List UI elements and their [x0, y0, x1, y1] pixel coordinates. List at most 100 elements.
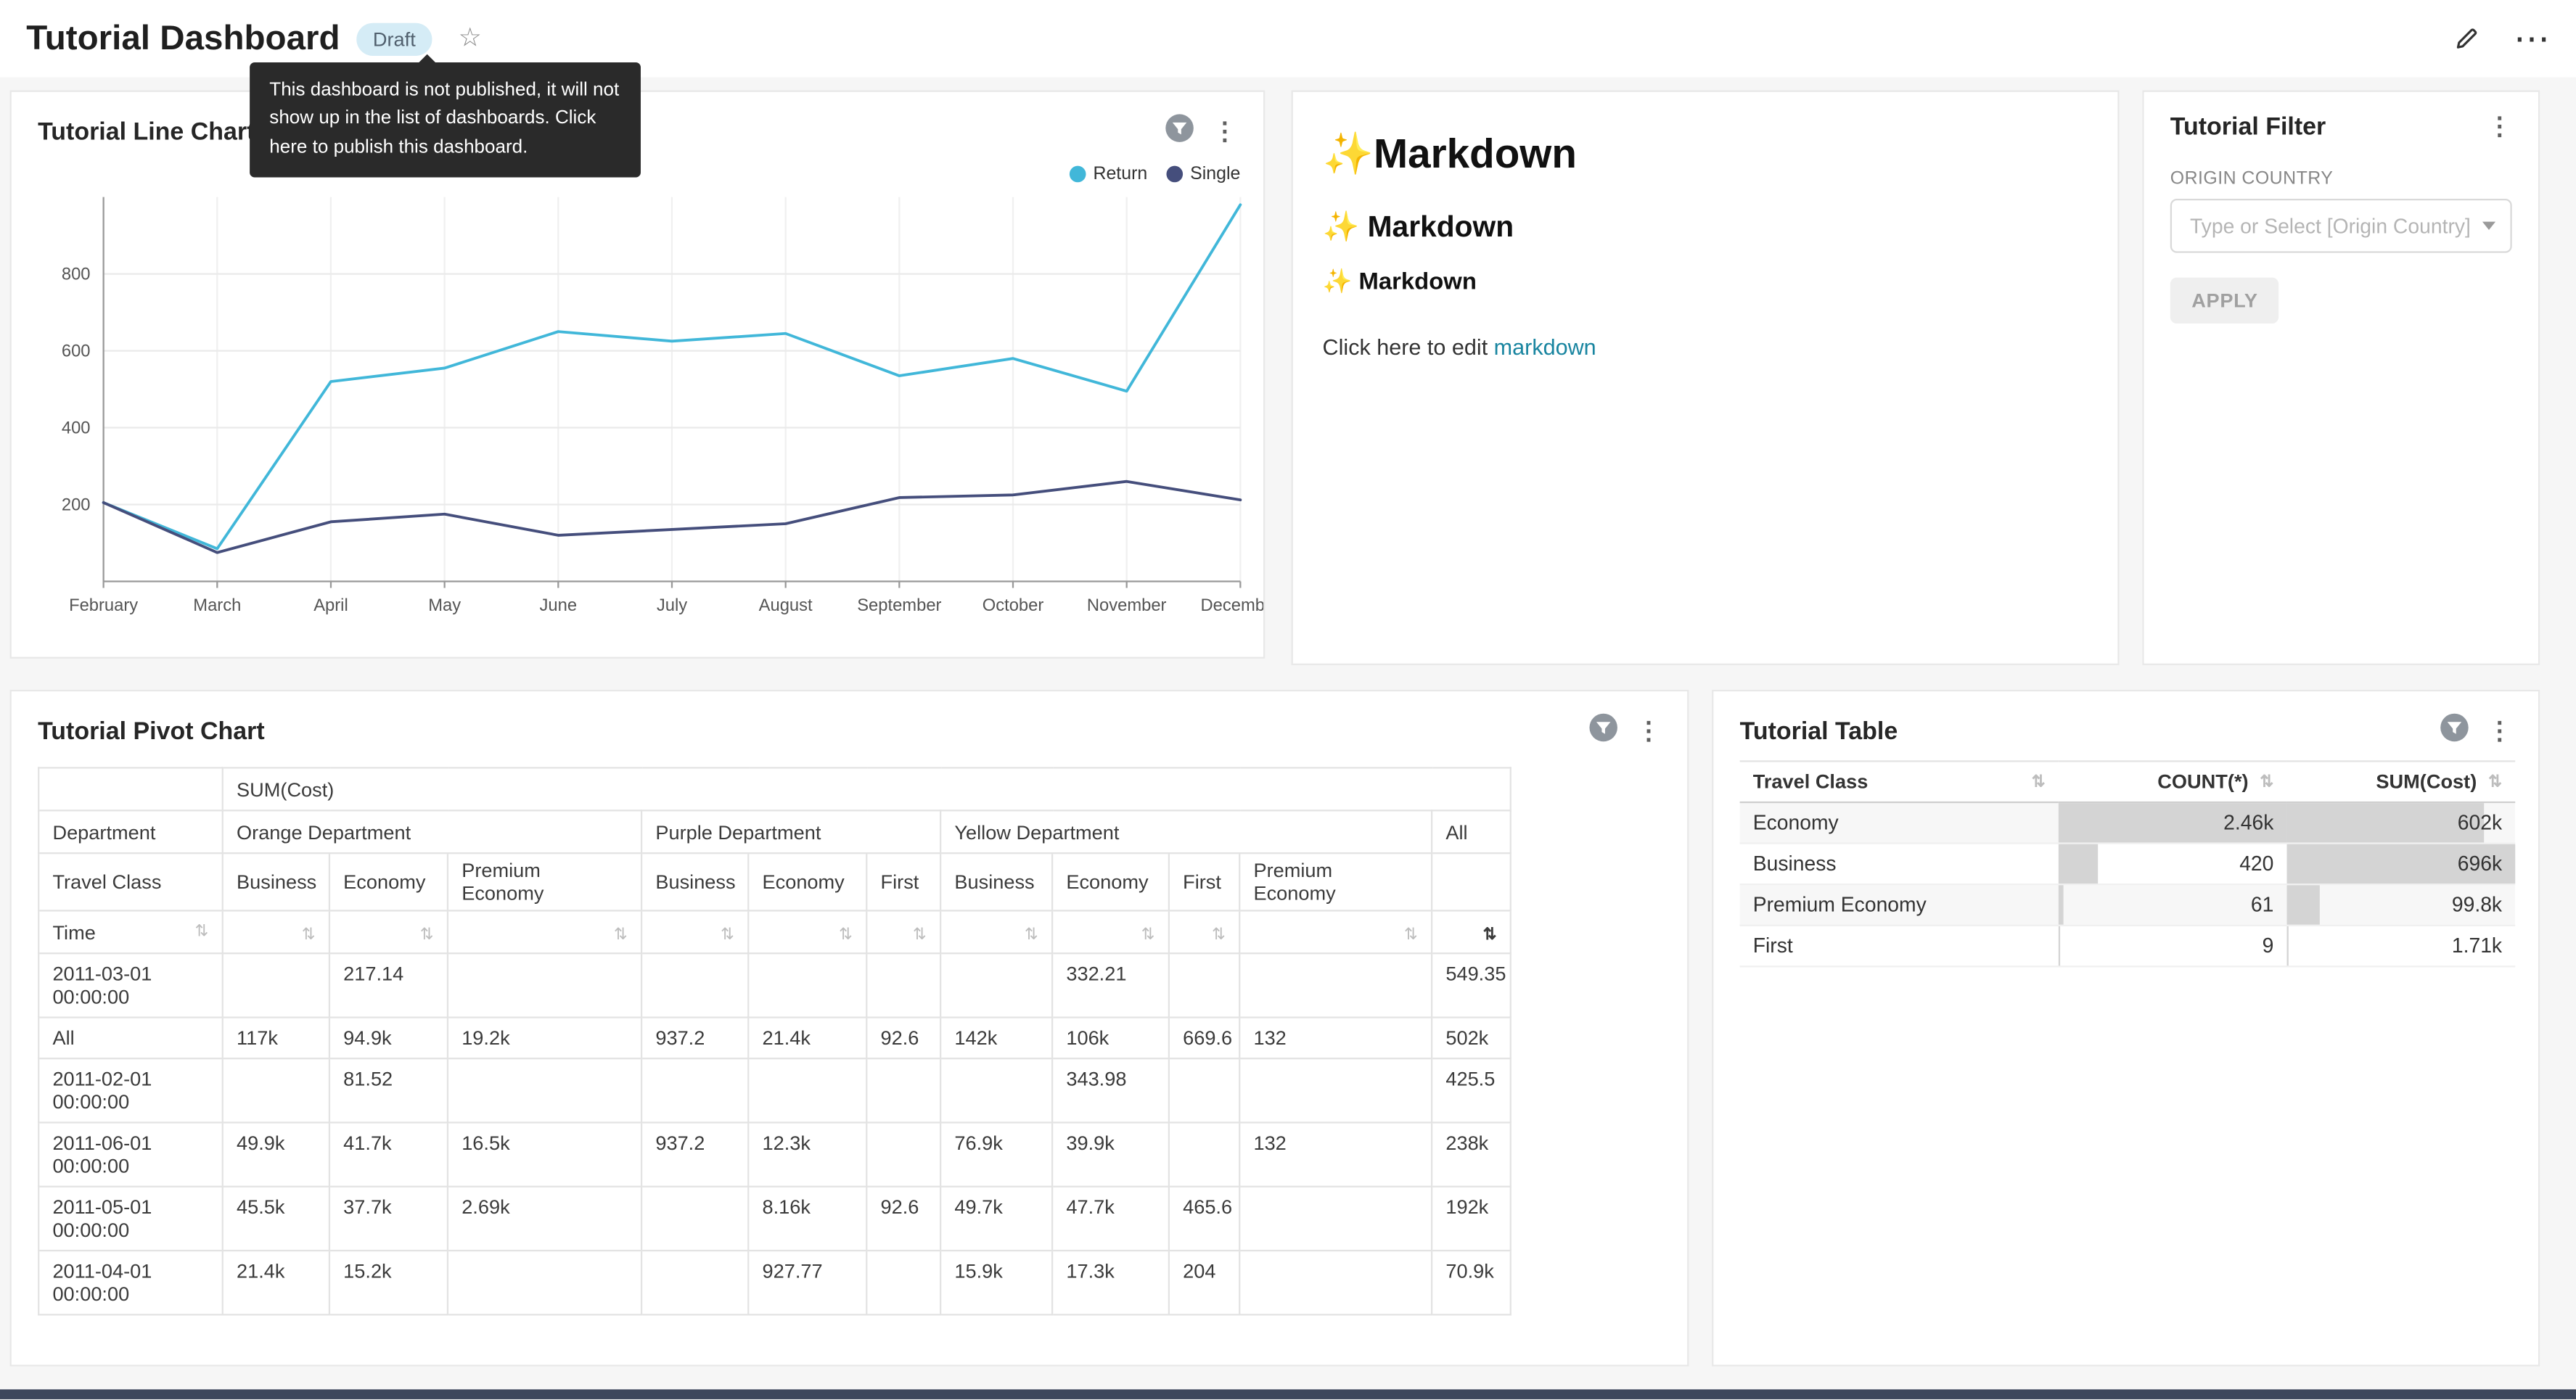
chevron-down-icon [2482, 222, 2495, 230]
pivot-col-header: Premium Economy [1239, 853, 1432, 910]
table-row: Premium Economy6199.8k [1740, 884, 2516, 926]
count-cell: 9 [2059, 926, 2287, 967]
pivot-value-cell: 49.9k [223, 1122, 329, 1186]
pivot-row-header: 2011-04-01 00:00:00 [38, 1251, 223, 1314]
pivot-row-header: 2011-03-01 00:00:00 [38, 953, 223, 1017]
origin-country-select[interactable]: Type or Select [Origin Country] [2170, 199, 2512, 253]
pivot-value-cell [448, 953, 641, 1017]
pivot-value-cell: 465.6 [1169, 1187, 1239, 1251]
sort-icon[interactable]: ⇅ [1483, 926, 1497, 944]
sort-icon[interactable]: ⇅ [1141, 926, 1155, 944]
pivot-value-cell: 238k [1432, 1122, 1511, 1186]
pivot-sort-cell: ⇅ [329, 910, 448, 953]
pivot-sort-cell: ⇅ [1432, 910, 1511, 953]
pivot-value-cell [1169, 1058, 1239, 1122]
kebab-menu-icon[interactable]: ⋮ [1633, 720, 1664, 744]
sort-icon[interactable]: ⇅ [2488, 773, 2502, 791]
pivot-value-cell [866, 1122, 940, 1186]
sort-icon[interactable]: ⇅ [2032, 773, 2046, 791]
pivot-value-cell [448, 1058, 641, 1122]
sort-icon[interactable]: ⇅ [302, 926, 316, 944]
table-card-title: Tutorial Table [1740, 717, 2440, 745]
pivot-corner-cell [38, 767, 223, 810]
pivot-row: 2011-02-01 00:00:0081.52343.98425.5 [38, 1058, 1511, 1122]
filter-badge-icon[interactable] [1165, 113, 1194, 151]
apply-button[interactable]: APPLY [2170, 278, 2279, 324]
filter-card: Tutorial Filter ⋮ ORIGIN COUNTRY Type or… [2142, 91, 2540, 665]
svg-text:September: September [857, 596, 941, 615]
svg-text:August: August [759, 596, 813, 615]
cell-bar [2059, 885, 2064, 924]
travel-class-cell: Premium Economy [1740, 884, 2059, 926]
pivot-value-cell: 2.69k [448, 1187, 641, 1251]
pivot-col-header: Economy [1052, 853, 1169, 910]
pivot-value-cell: 106k [1052, 1018, 1169, 1059]
pivot-col-header: Premium Economy [448, 853, 641, 910]
table-card: Tutorial Table ⋮ Travel Class⇅COUNT(*)⇅S… [1712, 690, 2540, 1367]
sort-icon[interactable]: ⇅ [1404, 926, 1418, 944]
pivot-col-header: First [1169, 853, 1239, 910]
pivot-value-cell: 132 [1239, 1122, 1432, 1186]
svg-text:December: December [1201, 596, 1264, 615]
pivot-chart-card: Tutorial Pivot Chart ⋮ SUM(Cost)Departme… [10, 690, 1689, 1367]
more-menu-icon[interactable]: ⋯ [2514, 30, 2550, 48]
pivot-chart-title: Tutorial Pivot Chart [38, 717, 1588, 745]
sort-icon[interactable]: ⇅ [195, 923, 209, 941]
pivot-value-cell: 937.2 [641, 1018, 748, 1059]
col-header-travel-class[interactable]: Travel Class⇅ [1740, 761, 2059, 802]
tooltip-text: This dashboard is not published, it will… [269, 81, 619, 157]
pivot-row-header: 2011-05-01 00:00:00 [38, 1187, 223, 1251]
sort-icon[interactable]: ⇅ [721, 926, 734, 944]
kebab-menu-icon[interactable]: ⋮ [2484, 115, 2515, 139]
edit-pencil-icon[interactable] [2453, 25, 2480, 52]
pivot-value-cell [1169, 1122, 1239, 1186]
svg-text:200: 200 [62, 495, 91, 514]
pivot-col-header: First [866, 853, 940, 910]
pivot-value-cell: 47.7k [1052, 1187, 1169, 1251]
legend-item-single[interactable]: Single [1167, 164, 1240, 184]
pivot-value-cell: 12.3k [748, 1122, 866, 1186]
filter-badge-icon[interactable] [1588, 713, 1618, 751]
col-header-count[interactable]: COUNT(*)⇅ [2059, 761, 2287, 802]
legend-item-return[interactable]: Return [1070, 164, 1147, 184]
markdown-edit-link[interactable]: markdown [1494, 335, 1596, 360]
pivot-value-cell: 76.9k [940, 1122, 1052, 1186]
pivot-group-header: Orange Department [223, 810, 641, 853]
sort-icon[interactable]: ⇅ [420, 926, 434, 944]
pivot-sort-cell: ⇅ [748, 910, 866, 953]
dashboard-grid: Tutorial Line Chart ⋮ ReturnSingle 20040… [0, 77, 2576, 1399]
pivot-col-header: Business [641, 853, 748, 910]
kebab-menu-icon[interactable]: ⋮ [1209, 120, 1240, 144]
pivot-value-cell: 21.4k [223, 1251, 329, 1314]
pivot-value-cell: 41.7k [329, 1122, 448, 1186]
pivot-col-header [1432, 853, 1511, 910]
kebab-menu-icon[interactable]: ⋮ [2484, 720, 2515, 744]
line-chart-canvas[interactable]: 200400600800FebruaryMarchAprilMayJuneJul… [12, 184, 1263, 654]
markdown-heading-3: ✨ Markdown [1323, 268, 2088, 295]
pivot-row: 2011-06-01 00:00:0049.9k41.7k16.5k937.21… [38, 1122, 1511, 1186]
favorite-star-icon[interactable]: ☆ [459, 25, 482, 52]
pivot-value-cell: 16.5k [448, 1122, 641, 1186]
pivot-value-cell: 132 [1239, 1018, 1432, 1059]
sort-icon[interactable]: ⇅ [2260, 773, 2273, 791]
pivot-value-cell: 343.98 [1052, 1058, 1169, 1122]
svg-text:July: July [657, 596, 687, 615]
svg-text:February: February [69, 596, 138, 615]
pivot-value-cell: 927.77 [748, 1251, 866, 1314]
col-header-sum-cost[interactable]: SUM(Cost)⇅ [2287, 761, 2516, 802]
pivot-value-cell [641, 1058, 748, 1122]
draft-status-badge[interactable]: Draft [356, 22, 432, 55]
legend-dot-icon [1070, 166, 1087, 183]
publish-tooltip[interactable]: This dashboard is not published, it will… [250, 62, 641, 177]
sort-icon[interactable]: ⇅ [614, 926, 628, 944]
sort-icon[interactable]: ⇅ [1025, 926, 1038, 944]
filter-badge-icon[interactable] [2440, 713, 2469, 751]
select-placeholder: Type or Select [Origin Country] [2190, 214, 2471, 237]
pivot-sort-cell: ⇅ [223, 910, 329, 953]
pivot-value-cell: 142k [940, 1018, 1052, 1059]
travel-class-cell: Business [1740, 844, 2059, 885]
cell-bar [2287, 926, 2288, 965]
sort-icon[interactable]: ⇅ [1212, 926, 1226, 944]
sort-icon[interactable]: ⇅ [913, 926, 927, 944]
sort-icon[interactable]: ⇅ [839, 926, 853, 944]
